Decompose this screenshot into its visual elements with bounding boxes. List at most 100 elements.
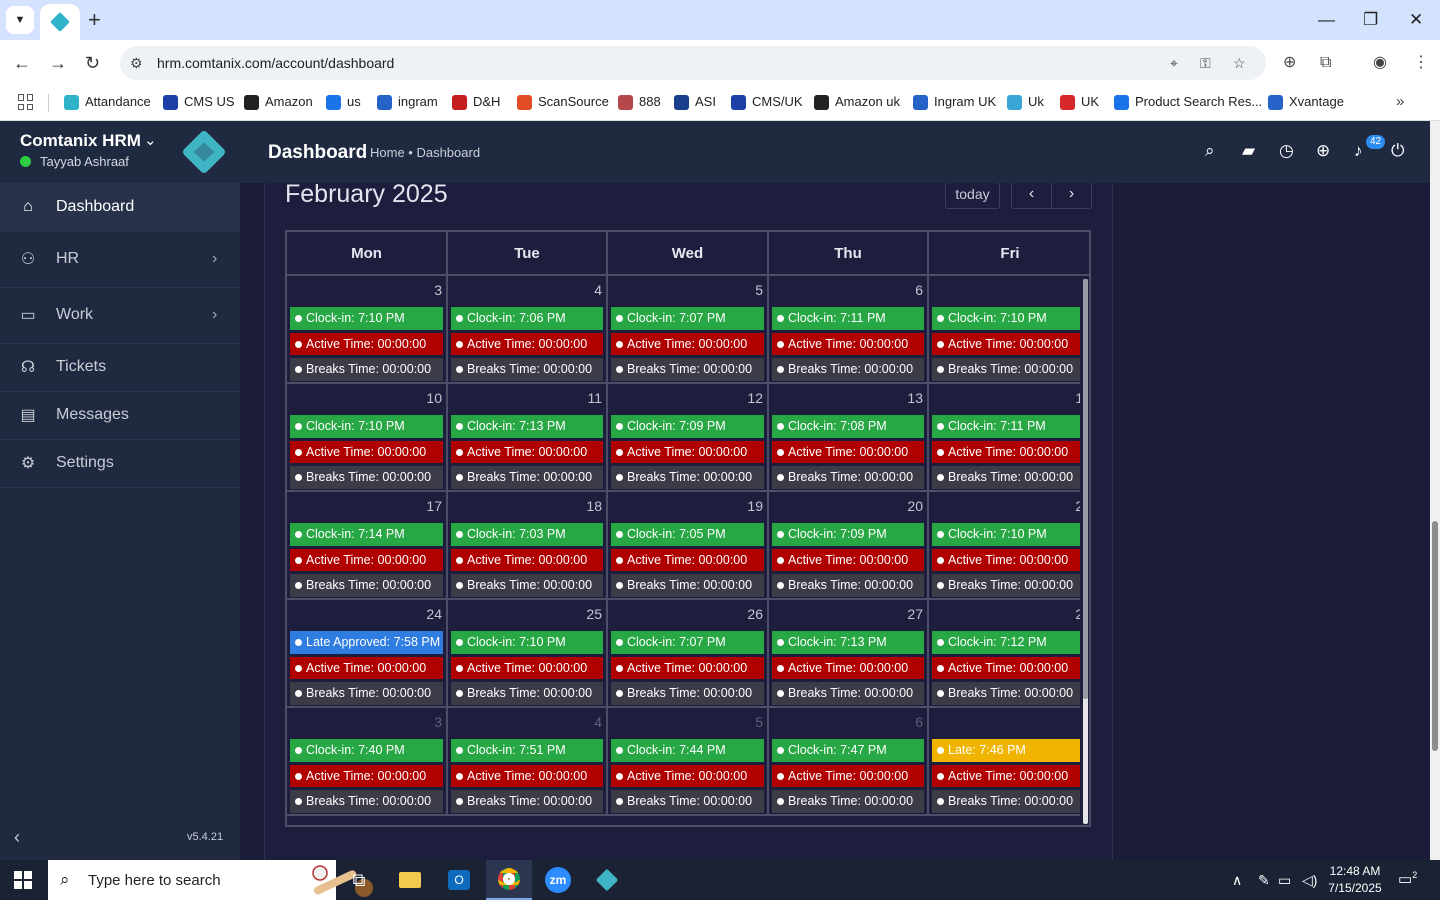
active-time-event[interactable]: Active Time: 00:00:00 <box>290 333 443 355</box>
calendar-day-cell[interactable]: 6 Clock-in: 7:11 PM Active Time: 00:00:00 B… <box>769 276 929 382</box>
location-icon[interactable]: ⌖ <box>1170 54 1178 72</box>
tab-search-button[interactable]: ▼ <box>6 6 34 34</box>
calendar-day-cell[interactable]: 12 Clock-in: 7:09 PM Active Time: 00:00:00… <box>608 384 769 490</box>
calendar-day-cell[interactable]: 4 Clock-in: 7:51 PM Active Time: 00:00:00 B… <box>448 708 608 814</box>
notes-icon[interactable]: ▰ <box>1242 141 1255 161</box>
bookmark-item[interactable]: Attandance <box>64 93 151 111</box>
active-time-event[interactable]: Active Time: 00:00:00 <box>772 441 924 463</box>
day-number[interactable]: 4 <box>594 714 602 730</box>
bookmark-item[interactable]: Xvantage <box>1268 93 1344 111</box>
day-number[interactable]: 6 <box>915 714 923 730</box>
breaks-time-event[interactable]: Breaks Time: 00:00:00 <box>932 790 1080 813</box>
calendar-day-cell[interactable]: 18 Clock-in: 7:03 PM Active Time: 00:00:00… <box>448 492 608 598</box>
site-info-icon[interactable]: ⚙ <box>130 54 143 72</box>
calendar-day-cell[interactable]: 19 Clock-in: 7:05 PM Active Time: 00:00:00… <box>608 492 769 598</box>
translate-icon[interactable]: ⊕ <box>1283 52 1296 74</box>
breaks-time-event[interactable]: Breaks Time: 00:00:00 <box>451 682 603 705</box>
clock-icon[interactable]: ◷ <box>1279 141 1294 161</box>
page-scroll-thumb[interactable] <box>1432 521 1438 751</box>
bookmark-item[interactable]: CMS US <box>163 93 235 111</box>
add-icon[interactable]: ⊕ <box>1316 141 1330 161</box>
breaks-time-event[interactable]: Breaks Time: 00:00:00 <box>772 466 924 489</box>
breaks-time-event[interactable]: Breaks Time: 00:00:00 <box>290 574 443 597</box>
apps-icon[interactable] <box>18 94 34 110</box>
late-event[interactable]: Late Approved: 7:58 PM <box>290 631 443 654</box>
calendar-day-cell[interactable]: 3 Clock-in: 7:40 PM Active Time: 00:00:00 B… <box>287 708 448 814</box>
calendar-day-cell[interactable]: 4 Clock-in: 7:06 PM Active Time: 00:00:00 B… <box>448 276 608 382</box>
calendar-scroll-thumb[interactable] <box>1083 279 1088 699</box>
day-number[interactable]: 20 <box>907 498 923 514</box>
bookmark-item[interactable]: Ingram UK <box>913 93 996 111</box>
clock-in-event[interactable]: Clock-in: 7:07 PM <box>611 307 764 330</box>
day-number[interactable]: 3 <box>434 714 442 730</box>
bookmark-item[interactable]: ScanSource <box>517 93 609 111</box>
hrm-app-icon[interactable] <box>584 860 630 900</box>
day-number[interactable]: 11 <box>587 390 602 406</box>
active-time-event[interactable]: Active Time: 00:00:00 <box>451 441 603 463</box>
bookmark-item[interactable]: Product Search Res... <box>1114 93 1262 111</box>
task-view-icon[interactable]: ⧉ <box>336 860 382 900</box>
breaks-time-event[interactable]: Breaks Time: 00:00:00 <box>932 574 1080 597</box>
breaks-time-event[interactable]: Breaks Time: 00:00:00 <box>932 682 1080 705</box>
calendar-day-cell[interactable]: 21 Clock-in: 7:10 PM Active Time: 00:00:00… <box>929 492 1080 598</box>
day-number[interactable]: 6 <box>915 282 923 298</box>
forward-arrow-icon[interactable]: → <box>49 50 67 76</box>
bookmark-item[interactable]: ingram <box>377 93 438 111</box>
clock-in-event[interactable]: Clock-in: 7:11 PM <box>932 415 1080 438</box>
day-number[interactable]: 25 <box>586 606 602 622</box>
day-number[interactable]: 28 <box>1075 606 1080 622</box>
key-icon[interactable]: ⚿ <box>1200 54 1211 72</box>
day-number[interactable]: 17 <box>426 498 442 514</box>
clock-in-event[interactable]: Clock-in: 7:07 PM <box>611 631 764 654</box>
new-tab-button[interactable]: + <box>88 8 101 32</box>
clock-in-event[interactable]: Clock-in: 7:13 PM <box>451 415 603 438</box>
windows-start-icon[interactable] <box>14 871 32 889</box>
day-number[interactable]: 21 <box>1075 498 1080 514</box>
day-number[interactable]: 18 <box>586 498 602 514</box>
calendar-day-cell[interactable]: 28 Clock-in: 7:12 PM Active Time: 00:00:00… <box>929 600 1080 706</box>
reload-icon[interactable]: ↻ <box>85 50 100 76</box>
bookmark-item[interactable]: Amazon <box>244 93 313 111</box>
day-number[interactable]: 12 <box>747 390 763 406</box>
active-time-event[interactable]: Active Time: 00:00:00 <box>290 657 443 679</box>
extensions-icon[interactable]: ⧉ <box>1320 52 1331 74</box>
taskbar-search-placeholder[interactable]: Type here to search <box>88 872 221 890</box>
day-number[interactable]: 19 <box>747 498 763 514</box>
breaks-time-event[interactable]: Breaks Time: 00:00:00 <box>611 466 764 489</box>
clock-in-event[interactable]: Clock-in: 7:10 PM <box>290 415 443 438</box>
active-time-event[interactable]: Active Time: 00:00:00 <box>611 657 764 679</box>
breaks-time-event[interactable]: Breaks Time: 00:00:00 <box>290 358 443 381</box>
file-explorer-icon[interactable] <box>387 860 433 900</box>
active-time-event[interactable]: Active Time: 00:00:00 <box>932 333 1080 355</box>
calendar-day-cell[interactable]: 27 Clock-in: 7:13 PM Active Time: 00:00:00… <box>769 600 929 706</box>
zoom-icon[interactable]: zm <box>535 860 581 900</box>
bookmark-item[interactable]: 888 <box>618 93 661 111</box>
calendar-day-cell[interactable]: 3 Clock-in: 7:10 PM Active Time: 00:00:00 B… <box>287 276 448 382</box>
day-number[interactable]: 27 <box>907 606 923 622</box>
breaks-time-event[interactable]: Breaks Time: 00:00:00 <box>772 682 924 705</box>
active-time-event[interactable]: Active Time: 00:00:00 <box>290 765 443 787</box>
clock-in-event[interactable]: Clock-in: 7:13 PM <box>772 631 924 654</box>
active-time-event[interactable]: Active Time: 00:00:00 <box>932 549 1080 571</box>
active-time-event[interactable]: Active Time: 00:00:00 <box>932 765 1080 787</box>
restore-icon[interactable]: ❐ <box>1363 8 1378 32</box>
bookmark-item[interactable]: CMS/UK <box>731 93 803 111</box>
clock-in-event[interactable]: Clock-in: 7:11 PM <box>772 307 924 330</box>
minimize-icon[interactable]: — <box>1318 8 1335 32</box>
breadcrumb[interactable]: Home • Dashboard <box>370 145 480 161</box>
clock-in-event[interactable]: Clock-in: 7:44 PM <box>611 739 764 762</box>
active-time-event[interactable]: Active Time: 00:00:00 <box>932 657 1080 679</box>
day-number[interactable]: 26 <box>747 606 763 622</box>
star-icon[interactable]: ☆ <box>1233 54 1246 72</box>
calendar-day-cell[interactable]: 24 Late Approved: 7:58 PM Active Time: 00:… <box>287 600 448 706</box>
clock-in-event[interactable]: Clock-in: 7:10 PM <box>290 307 443 330</box>
breaks-time-event[interactable]: Breaks Time: 00:00:00 <box>611 682 764 705</box>
active-time-event[interactable]: Active Time: 00:00:00 <box>932 441 1080 463</box>
breaks-time-event[interactable]: Breaks Time: 00:00:00 <box>290 682 443 705</box>
search-icon[interactable]: ⌕ <box>1205 141 1215 161</box>
pen-icon[interactable]: ✎ <box>1258 871 1270 889</box>
bookmark-item[interactable]: us <box>326 93 361 111</box>
late-event[interactable]: Late: 7:46 PM <box>932 739 1080 762</box>
notification-center-icon[interactable]: ▭2 <box>1398 870 1417 888</box>
day-number[interactable]: 14 <box>1075 390 1080 406</box>
